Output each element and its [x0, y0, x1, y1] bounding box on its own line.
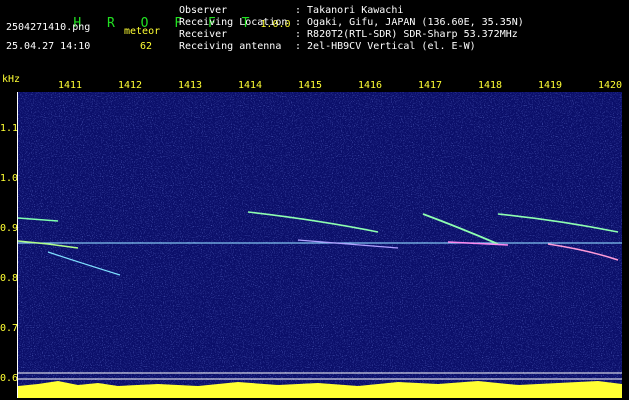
mode-label: meteor [124, 26, 161, 37]
antenna-label: Receiving antenna [179, 41, 282, 52]
spectrogram-canvas [18, 92, 622, 398]
observer-value: : Takanori Kawachi [295, 5, 404, 16]
x-tick-label: 1411 [58, 80, 83, 91]
y-axis-line [17, 92, 18, 398]
receiver-label: Receiver [179, 29, 228, 40]
location-value: : Ogaki, Gifu, JAPAN (136.60E, 35.35N) [295, 17, 524, 28]
x-tick-label: 1414 [238, 80, 263, 91]
x-axis: 1411 1412 1413 1414 1415 1416 1417 1418 … [0, 72, 629, 92]
file-name: 2504271410.png [6, 22, 91, 33]
x-tick-label: 1418 [478, 80, 503, 91]
y-tick-label: 0.9 [0, 223, 19, 234]
x-tick-label: 1412 [118, 80, 143, 91]
x-tick-label: 1416 [358, 80, 383, 91]
datetime: 25.04.27 14:10 [6, 41, 91, 52]
y-tick-label: 1.1 [0, 123, 19, 134]
x-tick-label: 1413 [178, 80, 203, 91]
meteor-count: 62 [140, 41, 153, 52]
header: H R O F F T 1.0.0 2504271410.png meteor 2… [0, 0, 629, 72]
antenna-value: : 2el-HB9CV Vertical (el. E-W) [295, 41, 476, 52]
y-tick-label: 0.7 [0, 323, 19, 334]
location-label: Receiving Location [179, 17, 288, 28]
receiver-value: : R820T2(RTL-SDR) SDR-Sharp 53.372MHz [295, 29, 518, 40]
spectrogram [18, 92, 622, 398]
y-tick-label: 0.6 [0, 373, 19, 384]
x-tick-label: 1417 [418, 80, 443, 91]
x-tick-label: 1415 [298, 80, 323, 91]
observer-label: Observer [179, 5, 228, 16]
x-tick-label: 1419 [538, 80, 563, 91]
y-tick-label: 0.8 [0, 273, 19, 284]
x-tick-label: 1420 [598, 80, 623, 91]
noise-speckle [18, 92, 622, 398]
y-tick-label: 1.0 [0, 173, 19, 184]
